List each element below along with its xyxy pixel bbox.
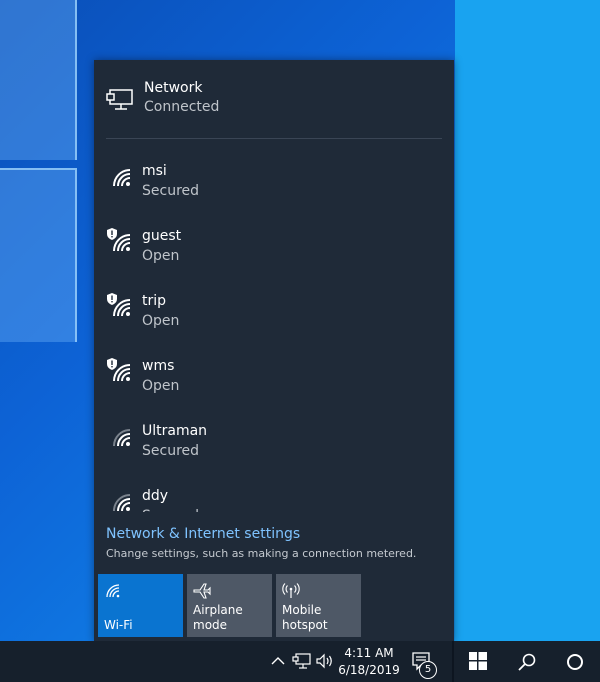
wifi-icon xyxy=(106,584,120,598)
desktop-light-area xyxy=(455,0,600,641)
taskbar-separator xyxy=(452,641,454,682)
wifi-network-item-msi[interactable]: msi Secured xyxy=(94,152,454,212)
taskbar-clock[interactable]: 4:11 AM 6/18/2019 xyxy=(334,645,404,679)
network-name: Ultraman xyxy=(142,423,208,439)
wifi-network-list[interactable]: msi Secured guest Open trip Open wms Ope… xyxy=(94,152,454,512)
wifi-open-warning-icon xyxy=(107,293,131,317)
network-tray-icon[interactable] xyxy=(292,651,312,671)
network-settings-section: Network & Internet settings Change setti… xyxy=(106,526,416,560)
notification-count-badge: 5 xyxy=(419,661,437,679)
start-button[interactable] xyxy=(456,641,500,682)
clock-time: 4:11 AM xyxy=(344,646,394,660)
wifi-network-item-trip[interactable]: trip Open xyxy=(94,282,454,342)
hotspot-icon xyxy=(282,583,300,598)
network-security-state: Secured xyxy=(142,443,200,459)
search-icon xyxy=(518,653,536,671)
cortana-circle-icon xyxy=(567,654,583,670)
network-security-state: Secured xyxy=(142,508,199,512)
taskbar: 4:11 AM 6/18/2019 5 xyxy=(0,641,600,682)
search-button[interactable] xyxy=(504,641,548,682)
airplane-mode-label: Airplane mode xyxy=(193,603,243,632)
volume-icon[interactable] xyxy=(315,651,335,671)
network-name: wms xyxy=(142,358,175,374)
chevron-up-icon[interactable] xyxy=(268,651,288,671)
airplane-icon xyxy=(193,583,211,599)
network-security-state: Open xyxy=(142,313,180,329)
network-internet-settings-link[interactable]: Network & Internet settings xyxy=(106,526,416,542)
cortana-button[interactable] xyxy=(552,641,596,682)
wired-network-item[interactable]: Network Connected xyxy=(94,60,454,132)
mobile-hotspot-label: Mobile hotspot xyxy=(282,603,328,632)
wifi-toggle-label: Wi-Fi xyxy=(104,618,133,632)
wifi-open-warning-icon xyxy=(107,228,131,252)
windows-logo-pane-top xyxy=(0,0,77,160)
wifi-signal-weak-icon xyxy=(113,429,131,447)
wifi-open-warning-icon xyxy=(107,358,131,382)
ethernet-monitor-icon xyxy=(106,89,133,110)
network-security-state: Open xyxy=(142,378,180,394)
network-settings-description: Change settings, such as making a connec… xyxy=(106,547,417,560)
wifi-network-item-ultraman[interactable]: Ultraman Secured xyxy=(94,412,454,472)
wifi-toggle-button[interactable]: Wi-Fi xyxy=(98,574,183,637)
network-name: guest xyxy=(142,228,182,244)
wired-network-status: Connected xyxy=(144,99,220,115)
mobile-hotspot-button[interactable]: Mobile hotspot xyxy=(276,574,361,637)
wifi-signal-icon xyxy=(113,169,131,187)
airplane-mode-button[interactable]: Airplane mode xyxy=(187,574,272,637)
windows-logo-pane-bottom xyxy=(0,168,77,342)
wired-network-name: Network xyxy=(144,80,203,96)
wifi-network-item-guest[interactable]: guest Open xyxy=(94,217,454,277)
wifi-signal-weak-icon xyxy=(113,494,131,512)
network-security-state: Open xyxy=(142,248,180,264)
wifi-network-item-ddy[interactable]: ddy Secured xyxy=(94,477,454,512)
network-security-state: Secured xyxy=(142,183,200,199)
divider xyxy=(106,138,442,139)
network-name: msi xyxy=(142,163,167,179)
windows-logo-icon xyxy=(469,652,487,670)
network-flyout: Network Connected msi Secured guest Open… xyxy=(94,60,454,642)
clock-date: 6/18/2019 xyxy=(338,663,400,677)
network-name: trip xyxy=(142,293,167,309)
network-name: ddy xyxy=(142,488,169,504)
wifi-network-item-wms[interactable]: wms Open xyxy=(94,347,454,407)
